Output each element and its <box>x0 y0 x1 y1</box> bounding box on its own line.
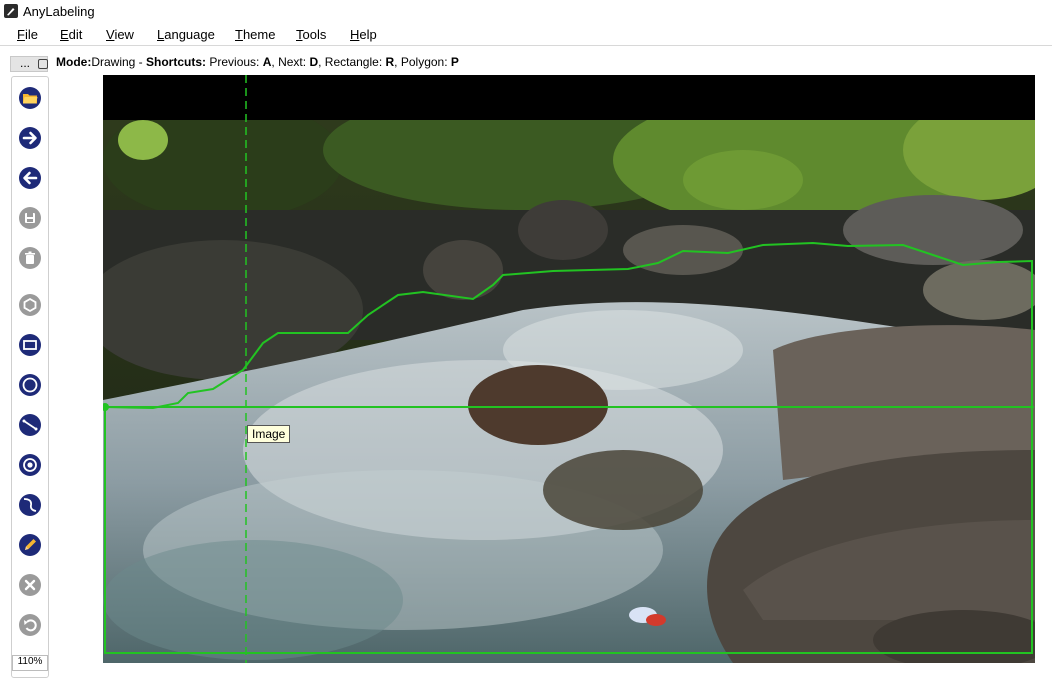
cancel-button[interactable] <box>18 573 42 597</box>
shortcut-polygon-label: Polygon: <box>400 55 448 69</box>
cancel-icon <box>19 574 41 596</box>
menu-view[interactable]: View <box>106 27 134 42</box>
mode-value: Drawing <box>91 55 136 69</box>
next-image-icon <box>19 127 41 149</box>
float-dock-icon[interactable] <box>38 59 48 69</box>
create-polygon-button[interactable] <box>18 293 42 317</box>
previous-image-icon <box>19 167 41 189</box>
mode-label: Mode: <box>56 55 92 69</box>
app-logo-icon <box>4 4 18 18</box>
annotation-vertex-handle[interactable] <box>103 403 109 411</box>
toolbar-more-button[interactable]: ... <box>20 56 30 70</box>
annotation-overlay[interactable] <box>103 75 1035 663</box>
shortcut-rectangle-label: Rectangle: <box>324 55 383 69</box>
toolbar-header[interactable]: ... <box>10 56 48 72</box>
polygon-annotation[interactable] <box>104 241 1033 410</box>
edit-polygons-button[interactable] <box>18 533 42 557</box>
shortcut-polygon-key: P <box>450 55 459 69</box>
zoom-level[interactable]: 110% <box>12 655 48 671</box>
polygon-icon <box>19 294 41 316</box>
delete-file-button[interactable] <box>18 246 42 270</box>
mode-shortcuts-bar: Mode:Drawing - Shortcuts: Previous: A, N… <box>56 55 459 69</box>
create-point-button[interactable] <box>18 453 42 477</box>
save-button[interactable] <box>18 206 42 230</box>
undo-icon <box>19 614 41 636</box>
menu-bar: File Edit View Language Theme Tools Help <box>0 24 1052 46</box>
shortcuts-label: Shortcuts: <box>146 55 207 69</box>
undo-button[interactable] <box>18 613 42 637</box>
line-icon <box>19 414 41 436</box>
create-rectangle-button[interactable] <box>18 333 42 357</box>
point-icon <box>19 454 41 476</box>
menu-edit[interactable]: Edit <box>60 27 82 42</box>
shortcut-previous-key: A <box>262 55 272 69</box>
delete-file-icon <box>19 247 41 269</box>
linestrip-icon <box>19 494 41 516</box>
shortcut-next-label: Next: <box>278 55 307 69</box>
menu-theme[interactable]: Theme <box>235 27 275 42</box>
circle-icon <box>19 374 41 396</box>
mode-separator: - <box>135 55 147 69</box>
title-bar: AnyLabeling <box>0 0 1052 24</box>
rectangle-annotation[interactable] <box>104 406 1033 654</box>
image-canvas[interactable] <box>103 75 1035 663</box>
create-line-button[interactable] <box>18 413 42 437</box>
left-toolbar <box>11 76 49 678</box>
open-folder-icon <box>19 87 41 109</box>
menu-help[interactable]: Help <box>350 27 377 42</box>
menu-language[interactable]: Language <box>157 27 215 42</box>
shortcut-previous-label: Previous: <box>209 55 260 69</box>
create-circle-button[interactable] <box>18 373 42 397</box>
previous-image-button[interactable] <box>18 166 42 190</box>
edit-pencil-icon <box>19 534 41 556</box>
shortcut-rectangle-key: R <box>385 55 395 69</box>
canvas-tooltip: Image <box>247 425 291 443</box>
create-linestrip-button[interactable] <box>18 493 42 517</box>
menu-file[interactable]: File <box>17 27 38 42</box>
open-folder-button[interactable] <box>18 86 42 110</box>
window-title: AnyLabeling <box>23 4 95 19</box>
rectangle-icon <box>19 334 41 356</box>
shortcut-next-key: D <box>309 55 319 69</box>
next-image-button[interactable] <box>18 126 42 150</box>
save-icon <box>19 207 41 229</box>
menu-tools[interactable]: Tools <box>296 27 326 42</box>
